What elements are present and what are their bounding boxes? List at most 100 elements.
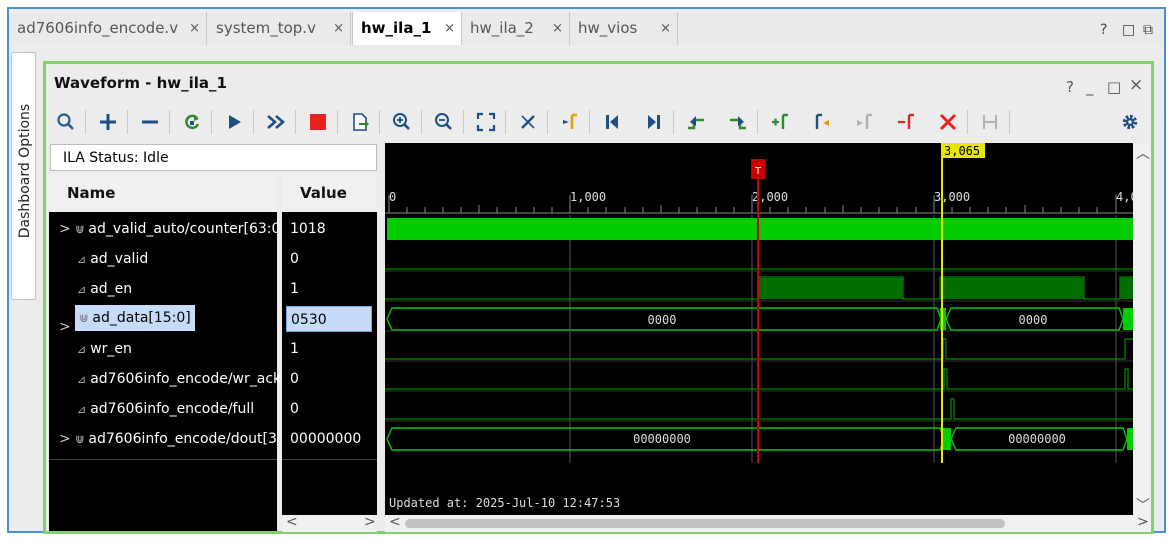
scroll-left-icon[interactable]: < (286, 514, 298, 530)
signal-value: 1018 (290, 221, 326, 237)
ad-data-transition (1123, 308, 1133, 330)
help-icon[interactable]: ? (1100, 22, 1107, 38)
restore-icon[interactable]: □ (1122, 22, 1135, 38)
dashboard-options-tab[interactable]: Dashboard Options (11, 52, 36, 300)
run-icon[interactable] (220, 108, 248, 136)
signal-row-dout[interactable]: > ⋓ad7606info_encode/dout[31:0] (49, 425, 277, 453)
tab-hw-vios[interactable]: hw_vios × (570, 12, 678, 45)
zoom-fit-icon[interactable] (472, 108, 500, 136)
waveform-canvas[interactable]: 0 1,000 2,000 3,000 4, 0 000 0 000 00000… (385, 143, 1133, 515)
close-icon[interactable]: × (552, 12, 563, 45)
remove-icon[interactable] (136, 108, 164, 136)
dout-transition (943, 428, 951, 450)
signal-row-ad-valid[interactable]: ⊿ ad_valid (77, 245, 148, 273)
expand-chevron-icon[interactable]: > (49, 221, 71, 237)
previous-marker-icon[interactable] (808, 108, 836, 136)
signal-row-counter[interactable]: > ⋓ ad_valid_auto/counter[63:0] (49, 215, 277, 243)
add-marker-icon[interactable] (766, 108, 794, 136)
swap-cursor-icon[interactable] (976, 108, 1004, 136)
signal-row-ad-en[interactable]: ⊿ ad_en (77, 275, 132, 303)
maximize-icon[interactable]: □ (1107, 78, 1121, 96)
toolbar-separator (589, 110, 590, 134)
search-icon[interactable] (52, 108, 80, 136)
toolbar-separator (169, 110, 170, 134)
scroll-left-icon[interactable]: < (389, 514, 401, 530)
minimize-icon[interactable]: _ (1086, 78, 1094, 96)
selected-signal[interactable]: ⋓ ad_data[15:0] (75, 305, 195, 331)
toolbar-separator (505, 110, 506, 134)
signal-row-wr-en[interactable]: ⊿ wr_en (77, 335, 132, 363)
signal-name: ad_valid (90, 251, 149, 267)
export-icon[interactable] (346, 108, 374, 136)
close-icon[interactable]: × (660, 12, 671, 45)
help-icon[interactable]: ? (1066, 78, 1074, 96)
scroll-down-icon[interactable]: ﹀ (1136, 495, 1150, 515)
zoom-in-icon[interactable] (388, 108, 416, 136)
toolbar-separator (379, 110, 380, 134)
ila-status: ILA Status: Idle (50, 144, 377, 171)
next-transition-icon[interactable] (724, 108, 752, 136)
zoom-add-icon[interactable] (94, 108, 122, 136)
vertical-scrollbar[interactable]: ︿ ﹀ (1133, 143, 1151, 515)
close-icon[interactable]: × (444, 12, 455, 45)
value-scrollbar[interactable]: < > (282, 514, 377, 532)
delete-marker-icon[interactable] (892, 108, 920, 136)
tab-label: hw_ila_2 (470, 19, 534, 37)
stop-icon[interactable] (304, 108, 332, 136)
signal-name: ad_data[15:0] (92, 310, 191, 326)
toolbar-separator (337, 110, 338, 134)
settings-icon[interactable] (1116, 108, 1144, 136)
cursor-icon[interactable] (514, 108, 542, 136)
expand-chevron-icon[interactable]: > (49, 431, 71, 447)
row-divider (49, 459, 277, 460)
scroll-right-icon[interactable]: > (364, 514, 376, 530)
toolbar-separator (757, 110, 758, 134)
go-to-end-icon[interactable] (640, 108, 668, 136)
grid-lines (569, 215, 1117, 463)
signal-value: 0 (290, 401, 299, 417)
ad-en-high (1120, 278, 1133, 299)
updated-timestamp: Updated at: 2025-Jul-10 12:47:53 (389, 496, 620, 510)
refresh-icon[interactable] (178, 108, 206, 136)
scroll-up-icon[interactable]: ︿ (1136, 143, 1150, 163)
ruler-label: 4,0 (1116, 190, 1133, 204)
close-icon[interactable]: × (189, 12, 200, 45)
bus-icon: ⋓ (75, 223, 85, 236)
wire-icon: ⊿ (77, 283, 87, 296)
bus-icon: ⋓ (79, 312, 89, 325)
next-marker-icon[interactable] (850, 108, 878, 136)
waveform-toolbar (46, 104, 1151, 140)
toolbar-separator (211, 110, 212, 134)
signal-row-ad-data[interactable]: > ⋓ ad_data[15:0] (49, 305, 277, 333)
go-to-start-icon[interactable] (598, 108, 626, 136)
bus-value-label: 00000000 (633, 432, 691, 446)
tab-hw-ila-1[interactable]: hw_ila_1 × (352, 12, 462, 45)
maximize-icon[interactable]: ⧉ (1143, 22, 1153, 38)
scroll-thumb[interactable] (405, 519, 1005, 528)
scroll-right-icon[interactable]: > (1137, 514, 1149, 530)
close-icon[interactable]: × (333, 12, 344, 45)
bus-value-label: 00000000 (1008, 432, 1066, 446)
go-to-marker-icon[interactable] (556, 108, 584, 136)
previous-transition-icon[interactable] (682, 108, 710, 136)
signal-value: 0 (290, 371, 299, 387)
bus-value-label: 0000 (1019, 313, 1048, 327)
toolbar-separator (547, 110, 548, 134)
horizontal-scrollbar[interactable]: < > (385, 514, 1151, 532)
tab-hw-ila-2[interactable]: hw_ila_2 × (462, 12, 570, 45)
zoom-out-icon[interactable] (430, 108, 458, 136)
delete-all-icon[interactable] (934, 108, 962, 136)
expand-chevron-icon[interactable]: > (49, 319, 71, 333)
close-icon[interactable]: × (1129, 75, 1143, 95)
run-immediate-icon[interactable] (262, 108, 290, 136)
name-column-header[interactable]: Name (49, 174, 277, 212)
tab-system-top[interactable]: system_top.v × (208, 12, 351, 45)
signal-row-wr-ack[interactable]: ⊿ ad7606info_encode/wr_ack (77, 365, 281, 393)
signal-name-column: Name > ⋓ ad_valid_auto/counter[63:0] ⊿ ad_… (49, 174, 281, 531)
signal-row-full[interactable]: ⊿ ad7606info_encode/full (77, 395, 254, 423)
tab-ad7606info-encode[interactable]: ad7606info_encode.v × (9, 12, 207, 45)
ad-en-high (759, 278, 903, 299)
signal-value-selected[interactable]: 0530 (286, 306, 372, 332)
value-column-header[interactable]: Value (282, 174, 377, 212)
signal-name: wr_en (90, 341, 132, 357)
